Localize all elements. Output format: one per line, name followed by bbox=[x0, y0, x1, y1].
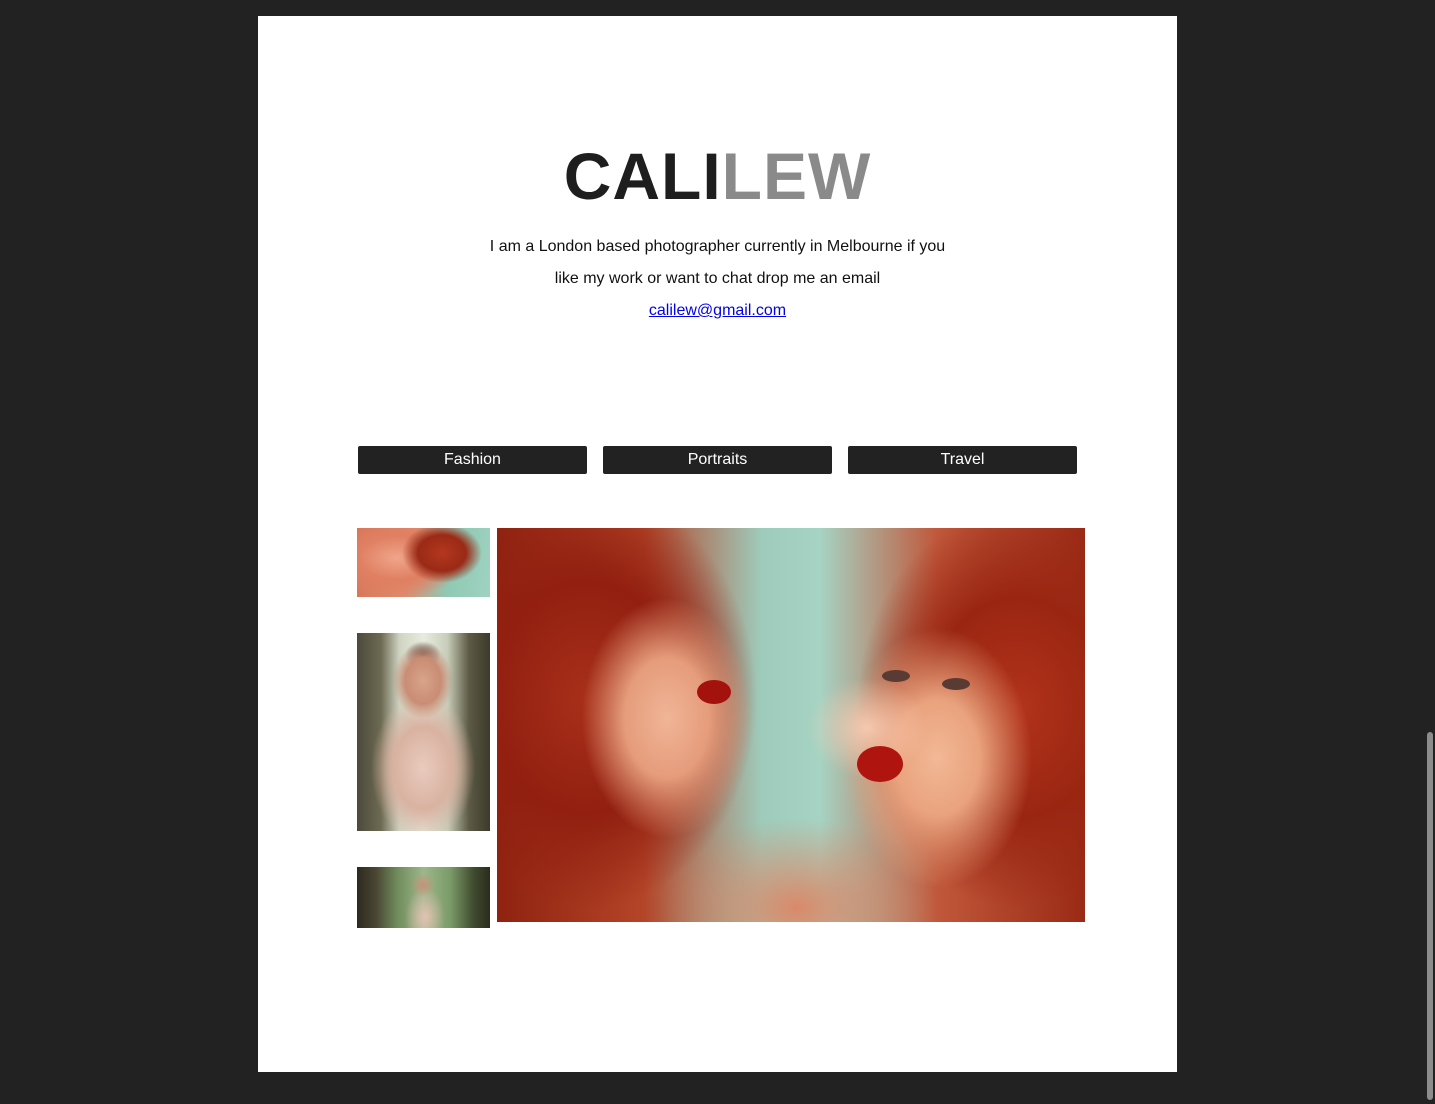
portraits-button[interactable]: Portraits bbox=[603, 446, 832, 474]
brand-first-name: CALI bbox=[563, 139, 722, 213]
gallery-thumbnail-2[interactable] bbox=[357, 633, 490, 831]
intro-text: I am a London based photographer current… bbox=[258, 231, 1177, 327]
photo-detail bbox=[942, 678, 970, 690]
featured-photo[interactable] bbox=[497, 528, 1085, 922]
photo-detail bbox=[697, 680, 731, 704]
fashion-button[interactable]: Fashion bbox=[358, 446, 587, 474]
travel-button[interactable]: Travel bbox=[848, 446, 1077, 474]
intro-line-2: like my work or want to chat drop me an … bbox=[554, 270, 881, 287]
page-container: CALILEW I am a London based photographer… bbox=[258, 16, 1177, 1072]
photo-detail bbox=[857, 746, 903, 782]
photo-detail bbox=[882, 670, 910, 682]
gallery-thumbnail-1[interactable] bbox=[357, 528, 490, 597]
brand-last-name: LEW bbox=[721, 139, 872, 213]
site-logo: CALILEW bbox=[258, 138, 1177, 214]
category-nav: Fashion Portraits Travel bbox=[358, 446, 1077, 474]
email-link[interactable]: calilew@gmail.com bbox=[649, 302, 786, 319]
gallery-thumbnail-3[interactable] bbox=[357, 867, 490, 928]
intro-line-1: I am a London based photographer current… bbox=[489, 238, 946, 255]
intro-email-line: calilew@gmail.com bbox=[258, 295, 1177, 327]
vertical-scrollbar[interactable] bbox=[1427, 732, 1433, 1100]
